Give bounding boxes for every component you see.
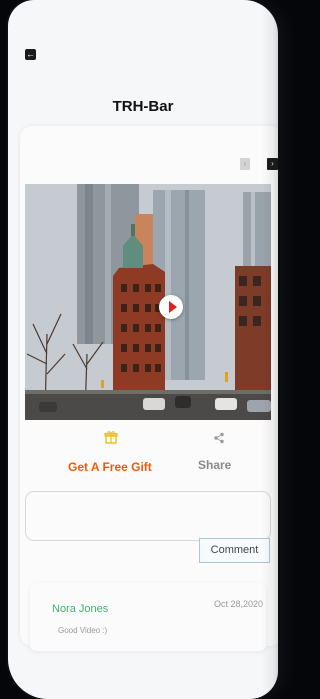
chevron-right-icon[interactable]: › xyxy=(267,158,278,170)
play-triangle xyxy=(169,301,177,313)
back-arrow-icon[interactable]: ← xyxy=(25,49,36,60)
video-thumbnail[interactable] xyxy=(25,184,271,420)
comment-item: Nora Jones Oct 28,2020 Good Video :) xyxy=(30,583,266,651)
play-icon[interactable] xyxy=(159,295,183,319)
page-title: TRH-Bar xyxy=(112,98,174,115)
comment-date: Oct 28,2020 xyxy=(214,599,264,609)
comment-author[interactable]: Nora Jones xyxy=(52,603,108,615)
comment-text: Good Video :) xyxy=(58,626,108,635)
comment-input[interactable] xyxy=(25,491,271,541)
comment-button[interactable]: Comment xyxy=(199,538,270,563)
gift-icon[interactable] xyxy=(104,430,118,444)
share-icon[interactable] xyxy=(213,432,225,444)
phone-screen: ← TRH-Bar ‹ › Get A Free Gift Share Comm… xyxy=(8,0,278,699)
share-button[interactable]: Share xyxy=(198,458,231,472)
street-scene-image xyxy=(25,184,271,420)
get-free-gift-button[interactable]: Get A Free Gift xyxy=(68,460,152,474)
chevron-left-icon[interactable]: ‹ xyxy=(240,158,250,170)
